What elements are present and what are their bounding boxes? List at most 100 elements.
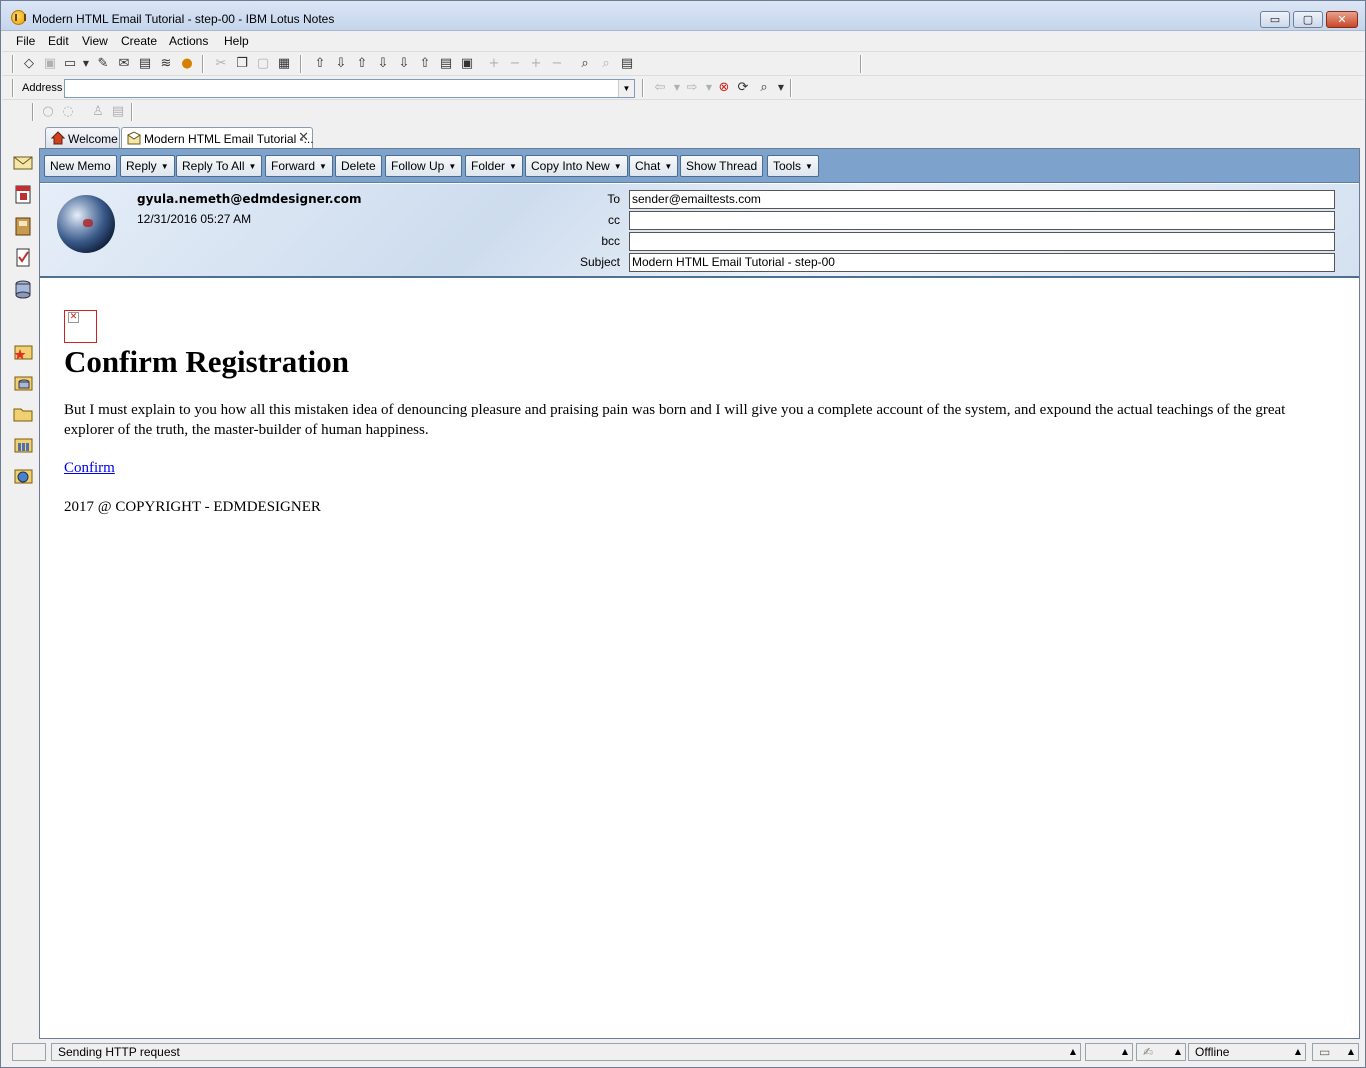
search-web-icon[interactable]: ⌕ bbox=[756, 80, 772, 96]
chat-group-icon[interactable]: ◌ bbox=[60, 104, 76, 120]
send-mail-icon[interactable]: ✉ bbox=[116, 56, 132, 72]
new-memo-button[interactable]: New Memo bbox=[44, 155, 117, 177]
new-memo-label: New Memo bbox=[50, 159, 111, 173]
search-dropdown-icon[interactable]: ▼ bbox=[773, 80, 789, 96]
cc-field[interactable] bbox=[629, 211, 1335, 230]
menu-file[interactable]: File bbox=[16, 34, 35, 48]
stop-icon[interactable]: ⊗ bbox=[716, 80, 732, 96]
save-icon[interactable]: ▣ bbox=[42, 56, 58, 72]
next-icon[interactable]: ⇩ bbox=[333, 56, 349, 72]
sametime-icon[interactable]: ● bbox=[179, 56, 195, 72]
cut-icon[interactable]: ✂ bbox=[213, 56, 229, 72]
menu-actions[interactable]: Actions bbox=[169, 34, 208, 48]
document-icon[interactable]: ▤ bbox=[110, 104, 126, 120]
applications-bookmark-icon[interactable] bbox=[12, 434, 34, 456]
chevron-down-icon: ▼ bbox=[664, 162, 673, 171]
location-text: Offline bbox=[1195, 1045, 1230, 1059]
tab-welcome[interactable]: Welcome bbox=[45, 127, 120, 148]
collapse-all-icon[interactable]: − bbox=[549, 56, 565, 72]
previous-unread-icon[interactable]: ⇧ bbox=[417, 56, 433, 72]
search-bar-icon[interactable]: ▤ bbox=[619, 56, 635, 72]
broken-image-placeholder: ✕ bbox=[64, 310, 97, 343]
to-field[interactable]: sender@emailtests.com bbox=[629, 190, 1335, 209]
contacts-bookmark-icon[interactable] bbox=[12, 215, 34, 237]
lotus-notes-app-icon bbox=[11, 10, 26, 25]
next-main-icon[interactable]: ⇩ bbox=[375, 56, 391, 72]
previous-main-icon[interactable]: ⇧ bbox=[354, 56, 370, 72]
next-unread-icon[interactable]: ⇩ bbox=[396, 56, 412, 72]
toolbar-separator bbox=[642, 79, 644, 97]
signature-status[interactable]: ✍ ▲ bbox=[1136, 1043, 1186, 1061]
print-icon[interactable]: ▤ bbox=[137, 56, 153, 72]
internet-bookmark-icon[interactable] bbox=[12, 465, 34, 487]
toolbar-separator bbox=[790, 79, 792, 97]
folder-button[interactable]: Folder ▼ bbox=[465, 155, 523, 177]
menu-help[interactable]: Help bbox=[224, 34, 249, 48]
email-body: ✕ Confirm Registration But I must explai… bbox=[40, 280, 1359, 1038]
follow-up-button[interactable]: Follow Up ▼ bbox=[385, 155, 463, 177]
edit-document-icon[interactable]: ✎ bbox=[95, 56, 111, 72]
forward-button[interactable]: Forward ▼ bbox=[265, 155, 333, 177]
address-input[interactable]: ▼ bbox=[64, 79, 635, 98]
reply-to-all-button[interactable]: Reply To All ▼ bbox=[176, 155, 263, 177]
status-indicator[interactable] bbox=[12, 1043, 46, 1061]
forward-dropdown-icon[interactable]: ▼ bbox=[701, 80, 717, 96]
close-window-button[interactable]: ✕ bbox=[1326, 11, 1358, 28]
address-dropdown-icon[interactable]: ▼ bbox=[618, 80, 634, 97]
delete-button[interactable]: Delete bbox=[335, 155, 382, 177]
minimize-button[interactable]: ▭ bbox=[1260, 11, 1290, 28]
calendar-bookmark-icon[interactable] bbox=[12, 183, 34, 205]
open-folder-icon[interactable]: ▭ bbox=[62, 56, 78, 72]
previous-icon[interactable]: ⇧ bbox=[312, 56, 328, 72]
status-message[interactable]: Sending HTTP request ▲ bbox=[51, 1043, 1081, 1061]
copy-into-new-label: Copy Into New bbox=[531, 159, 610, 173]
confirm-link[interactable]: Confirm bbox=[64, 460, 115, 477]
replicate-icon[interactable]: ≋ bbox=[158, 56, 174, 72]
bcc-field[interactable] bbox=[629, 232, 1335, 251]
mail-bookmark-icon[interactable] bbox=[12, 151, 34, 173]
menu-edit[interactable]: Edit bbox=[48, 34, 69, 48]
find-binoculars-icon[interactable]: ⌕ bbox=[577, 56, 593, 72]
paste-icon[interactable]: ▢ bbox=[255, 56, 271, 72]
menu-create[interactable]: Create bbox=[121, 34, 157, 48]
todo-bookmark-icon[interactable] bbox=[12, 246, 34, 268]
up-arrow-icon: ▲ bbox=[1174, 1047, 1181, 1056]
open-dropdown-icon[interactable]: ▼ bbox=[78, 56, 94, 72]
refresh-icon[interactable]: ⟳ bbox=[735, 80, 751, 96]
close-tab-icon[interactable]: ✕ bbox=[298, 130, 309, 145]
person-icon[interactable]: ♙ bbox=[90, 104, 106, 120]
favorites-bookmark-icon[interactable] bbox=[12, 341, 34, 363]
bookmark-bar bbox=[2, 122, 38, 1040]
tools-button[interactable]: Tools ▼ bbox=[767, 155, 819, 177]
back-icon[interactable]: ⇦ bbox=[652, 80, 668, 96]
chat-bubble-icon[interactable]: ○ bbox=[40, 104, 56, 120]
status-section-2[interactable]: ▲ bbox=[1085, 1043, 1133, 1061]
forward-icon[interactable]: ⇨ bbox=[684, 80, 700, 96]
reply-button[interactable]: Reply ▼ bbox=[120, 155, 175, 177]
menu-view[interactable]: View bbox=[82, 34, 108, 48]
collapse-icon[interactable]: − bbox=[507, 56, 523, 72]
subject-field[interactable]: Modern HTML Email Tutorial - step-00 bbox=[629, 253, 1335, 272]
home-diamond-icon[interactable]: ◇ bbox=[21, 56, 37, 72]
databases-bookmark-icon[interactable] bbox=[12, 372, 34, 394]
paste-special-icon[interactable]: ▦ bbox=[276, 56, 292, 72]
refresh-view-icon[interactable]: ▣ bbox=[459, 56, 475, 72]
maximize-button[interactable]: ▢ bbox=[1293, 11, 1323, 28]
toolbar-separator bbox=[12, 79, 14, 97]
copy-into-new-button[interactable]: Copy Into New ▼ bbox=[525, 155, 628, 177]
search-icon[interactable]: ⌕ bbox=[598, 56, 614, 72]
location-status[interactable]: Offline ▲ bbox=[1188, 1043, 1306, 1061]
show-thread-button[interactable]: Show Thread bbox=[680, 155, 764, 177]
folder-label: Folder bbox=[471, 159, 506, 173]
go-up-folder-icon[interactable]: ▤ bbox=[438, 56, 454, 72]
bcc-label: bcc bbox=[601, 234, 620, 248]
back-dropdown-icon[interactable]: ▼ bbox=[669, 80, 685, 96]
expand-icon[interactable]: + bbox=[486, 56, 502, 72]
replication-bookmark-icon[interactable] bbox=[12, 278, 34, 300]
tab-email[interactable]: Modern HTML Email Tutorial -... ✕ bbox=[121, 127, 314, 149]
open-folder-bookmark-icon[interactable] bbox=[12, 403, 34, 425]
chat-button[interactable]: Chat ▼ bbox=[629, 155, 679, 177]
mail-status[interactable]: ▭ ▲ bbox=[1312, 1043, 1359, 1061]
expand-all-icon[interactable]: + bbox=[528, 56, 544, 72]
copy-icon[interactable]: ❐ bbox=[234, 56, 250, 72]
